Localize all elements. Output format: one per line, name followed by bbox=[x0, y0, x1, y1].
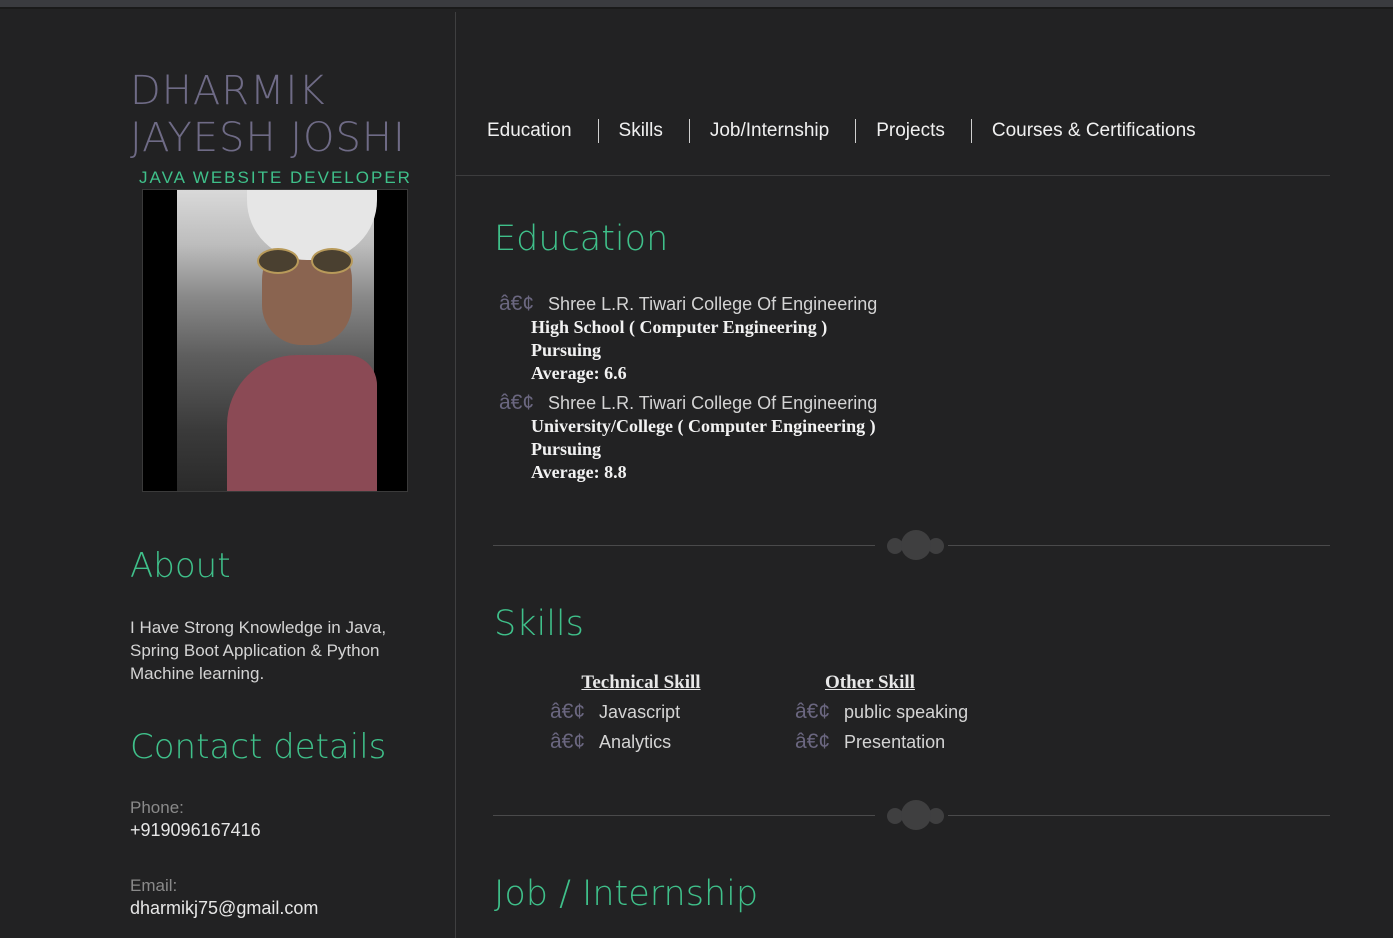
skill-item: â€¢ Analytics bbox=[550, 730, 672, 753]
other-skills: Other Skill â€¢ public speaking â€¢ Presen… bbox=[795, 672, 969, 754]
technical-skills: Technical Skill â€¢ Javascript â€¢ Analyti… bbox=[550, 672, 732, 754]
profile-name-line1: DHARMIK bbox=[130, 68, 326, 114]
section-separator bbox=[493, 798, 1330, 832]
sidebar-divider bbox=[455, 12, 456, 938]
education-average: Average: 8.8 bbox=[531, 462, 627, 482]
nav-education[interactable]: Education bbox=[467, 119, 599, 143]
photo-sunglasses bbox=[257, 248, 357, 274]
education-status: Pursuing bbox=[531, 340, 602, 360]
about-heading: About bbox=[130, 546, 231, 586]
email-value: dharmikj75@gmail.com bbox=[130, 898, 319, 918]
education-status: Pursuing bbox=[531, 439, 602, 459]
top-border bbox=[0, 7, 1393, 9]
education-degree: University/College ( Computer Engineerin… bbox=[531, 416, 876, 436]
bullet-icon: â€¢ bbox=[550, 700, 586, 723]
profile-name-line2: JAYESH JOSHI bbox=[130, 115, 406, 161]
nav-skills[interactable]: Skills bbox=[599, 119, 690, 143]
skill-item: â€¢ Presentation bbox=[795, 730, 946, 753]
photo-background bbox=[177, 190, 377, 491]
bullet-icon: â€¢ bbox=[499, 391, 535, 414]
browser-top-bar bbox=[0, 0, 1393, 7]
profile-role: JAVA WEBSITE DEVELOPER bbox=[139, 168, 412, 187]
contact-heading: Contact details bbox=[130, 727, 387, 767]
profile-photo bbox=[142, 189, 408, 492]
education-average: Average: 6.6 bbox=[531, 363, 627, 383]
bullet-icon: â€¢ bbox=[795, 700, 831, 723]
phone-value: +919096167416 bbox=[130, 820, 261, 840]
technical-skill-heading: Technical Skill bbox=[581, 672, 701, 693]
skills-heading: Skills bbox=[494, 604, 584, 644]
education-degree: High School ( Computer Engineering ) bbox=[531, 317, 828, 337]
other-skill-heading: Other Skill bbox=[825, 672, 915, 693]
education-heading: Education bbox=[494, 219, 669, 259]
job-internship-heading: Job / Internship bbox=[494, 874, 759, 914]
education-institution: Shree L.R. Tiwari College Of Engineering bbox=[548, 393, 878, 413]
education-entry: â€¢ Shree L.R. Tiwari College Of Engineer… bbox=[499, 391, 877, 484]
bullet-icon: â€¢ bbox=[499, 292, 535, 315]
profile-name: DHARMIK JAYESH JOSHI bbox=[130, 68, 406, 162]
phone-label: Phone: bbox=[130, 798, 184, 817]
nav-job-internship[interactable]: Job/Internship bbox=[690, 119, 857, 143]
main-nav: Education Skills Job/Internship Projects… bbox=[467, 118, 1222, 144]
nav-projects[interactable]: Projects bbox=[856, 119, 972, 143]
education-institution: Shree L.R. Tiwari College Of Engineering bbox=[548, 294, 878, 314]
section-separator bbox=[493, 528, 1330, 562]
about-text: I Have Strong Knowledge in Java, Spring … bbox=[130, 618, 387, 683]
nav-divider bbox=[456, 175, 1330, 176]
skill-item: â€¢ Javascript bbox=[550, 700, 681, 723]
bullet-icon: â€¢ bbox=[795, 730, 831, 753]
education-entry: â€¢ Shree L.R. Tiwari College Of Engineer… bbox=[499, 292, 877, 385]
bullet-icon: â€¢ bbox=[550, 730, 586, 753]
email-label: Email: bbox=[130, 876, 178, 895]
nav-courses-certifications[interactable]: Courses & Certifications bbox=[972, 119, 1222, 143]
skill-item: â€¢ public speaking bbox=[795, 700, 969, 723]
photo-shirt bbox=[227, 355, 377, 491]
